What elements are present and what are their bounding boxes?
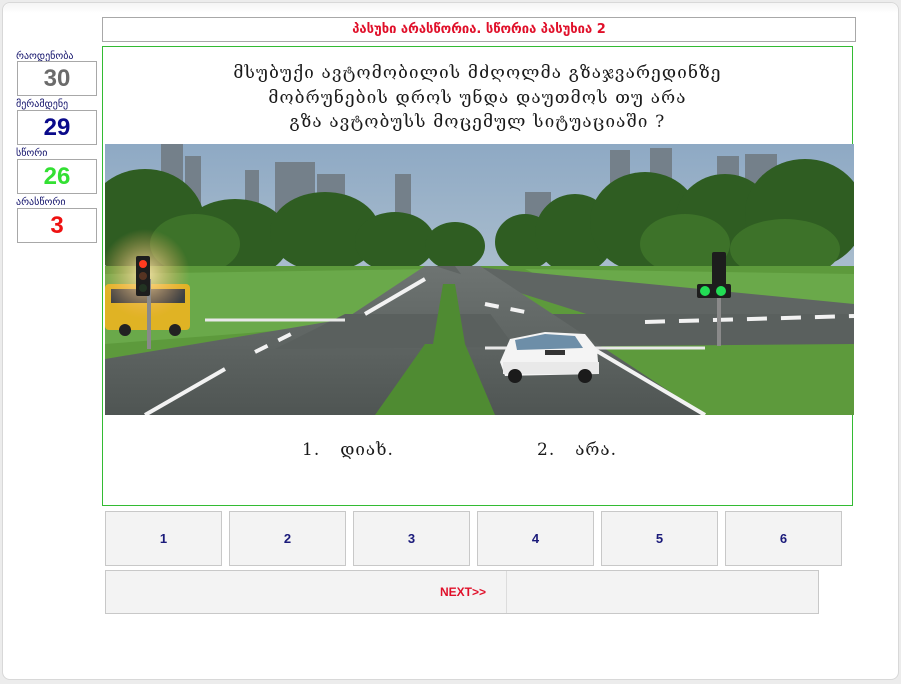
question-nav-button-6[interactable]: 6 [725,511,842,566]
question-line: გზა ავტობუსს მოცემულ სიტუაციაში ? [289,112,666,132]
answer-option-2[interactable]: 2. არა. [537,440,617,460]
next-row: NEXT>> [105,570,819,614]
question-nav-button-5[interactable]: 5 [601,511,718,566]
question-nav-button-1[interactable]: 1 [105,511,222,566]
question-line: მობრუნების დროს უნდა დაუთმოს თუ არა [268,87,687,108]
top-bar [3,3,898,13]
question-nav-button-3[interactable]: 3 [353,511,470,566]
question-panel: მსუბუქი ავტომობილის მძღოლმა გზაჯვარედინზ… [102,46,854,506]
question-nav-button-2[interactable]: 2 [229,511,346,566]
answer-text: არა. [575,440,618,460]
answer-options: 1. დიახ. 2. არა. [103,440,852,466]
question-line: მსუბუქი ავტომობილის მძღოლმა გზაჯვარედინზ… [233,63,722,83]
next-button[interactable]: NEXT>> [106,571,507,613]
stat-total-value: 30 [17,61,97,96]
answer-number: 1. [302,440,321,460]
question-text: მსუბუქი ავტომობილის მძღოლმა გზაჯვარედინზ… [103,61,852,135]
answer-number: 2. [537,440,556,460]
question-illustration [105,144,854,415]
stat-correct-label: სწორი [16,148,48,159]
answer-option-1[interactable]: 1. დიახ. [302,440,394,460]
answer-text: დიახ. [340,440,394,460]
question-nav-button-4[interactable]: 4 [477,511,594,566]
stat-correct-value: 26 [17,159,97,194]
answer-status-message: პასუხი არასწორია. სწორია პასუხია 2 [102,17,856,42]
stat-wrong-value: 3 [17,208,97,243]
stat-current-label: მერამდენე [16,99,69,110]
stat-current-value: 29 [17,110,97,145]
stat-wrong-label: არასწორი [16,197,66,208]
